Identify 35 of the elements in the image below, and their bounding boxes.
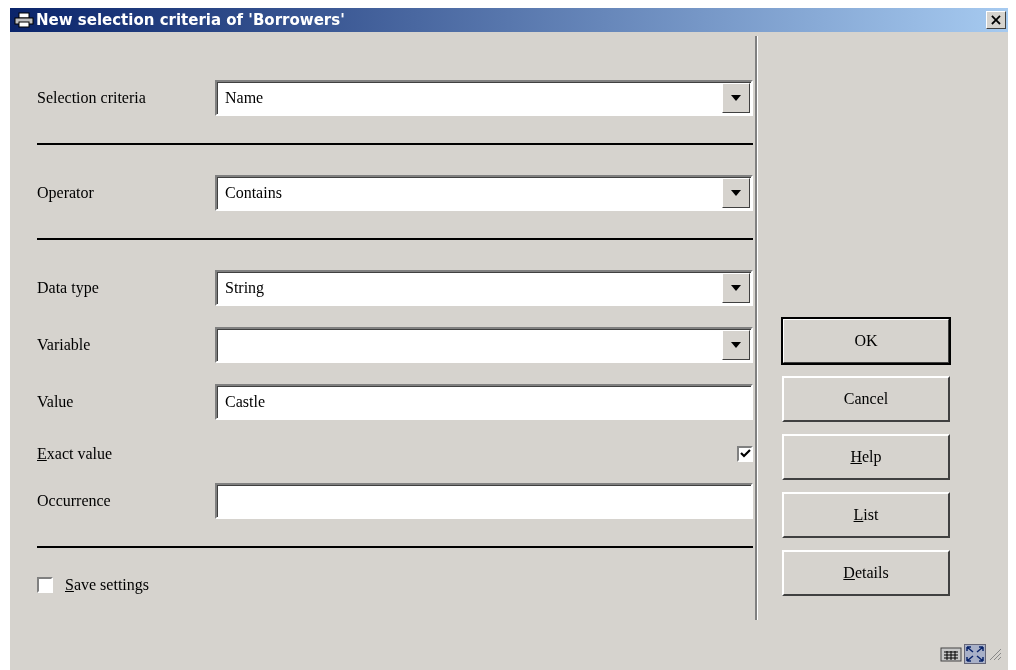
dropdown-field[interactable]: Name — [215, 80, 753, 116]
input-field[interactable] — [215, 483, 753, 519]
checkbox-label[interactable]: Save settings — [65, 576, 149, 594]
caret-icon — [731, 190, 741, 196]
keyboard-icon — [940, 645, 962, 663]
checkbox[interactable] — [737, 446, 753, 462]
printer-icon — [14, 12, 34, 28]
field-label: Selection criteria — [37, 89, 147, 107]
close-button[interactable]: × — [986, 11, 1006, 29]
dropdown-button[interactable] — [722, 178, 750, 208]
dialog-button[interactable]: Cancel — [782, 376, 950, 422]
field-label: Value — [37, 393, 75, 411]
dialog-button[interactable]: Help — [782, 434, 950, 480]
dialog-button[interactable]: OK — [782, 318, 950, 364]
dialog-button[interactable]: List — [782, 492, 950, 538]
field-label: Data type — [37, 279, 100, 297]
dropdown-field[interactable]: String — [215, 270, 753, 306]
field-label: Exact value — [37, 445, 114, 463]
checkbox[interactable] — [37, 577, 53, 593]
field-label: Operator — [37, 184, 95, 202]
input-field[interactable]: Castle — [215, 384, 753, 420]
dropdown-field[interactable] — [215, 327, 753, 363]
dropdown-field[interactable]: Contains — [215, 175, 753, 211]
dropdown-button[interactable] — [722, 83, 750, 113]
window-title: New selection criteria of 'Borrowers' — [36, 11, 346, 29]
dialog-button[interactable]: Details — [782, 550, 950, 596]
field-label: Variable — [37, 336, 92, 354]
caret-icon — [731, 285, 741, 291]
dropdown-button[interactable] — [722, 273, 750, 303]
field-label: Occurrence — [37, 492, 112, 510]
resize-grip-icon[interactable] — [988, 647, 1002, 661]
expand-icon[interactable] — [964, 644, 986, 664]
dropdown-button[interactable] — [722, 330, 750, 360]
caret-icon — [731, 342, 741, 348]
caret-icon — [731, 95, 741, 101]
